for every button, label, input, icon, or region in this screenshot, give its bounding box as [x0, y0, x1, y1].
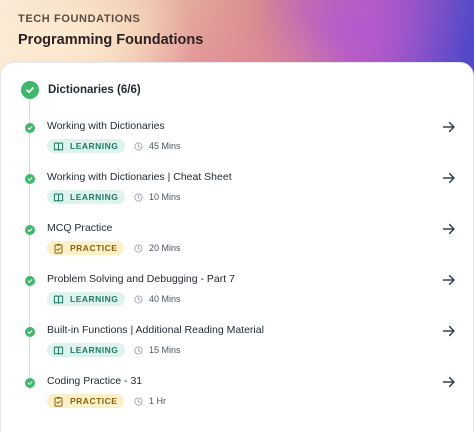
list-item[interactable]: Working with Dictionaries LEARNING 45 Mins	[1, 120, 474, 168]
type-badge: LEARNING	[47, 343, 126, 357]
type-badge: PRACTICE	[47, 394, 125, 408]
type-badge: LEARNING	[47, 292, 126, 306]
list-item[interactable]: Working with Dictionaries | Cheat Sheet L…	[1, 171, 474, 219]
book-icon	[53, 141, 64, 152]
item-title: Working with Dictionaries | Cheat Sheet	[47, 171, 232, 183]
check-icon	[25, 225, 35, 235]
type-badge: LEARNING	[47, 139, 126, 153]
item-title: Built-in Functions | Additional Reading …	[47, 324, 264, 336]
book-icon	[53, 294, 64, 305]
module-card: Dictionaries (6/6) Working with Dictiona…	[0, 62, 474, 432]
book-icon	[53, 345, 64, 356]
item-title: MCQ Practice	[47, 222, 113, 234]
clock-icon	[134, 141, 143, 151]
item-title: Coding Practice - 31	[47, 375, 143, 387]
duration-text: 45 Mins	[149, 141, 181, 151]
type-label: PRACTICE	[70, 243, 118, 253]
list-item[interactable]: Built-in Functions | Additional Reading …	[1, 324, 474, 372]
check-circle-icon	[21, 81, 39, 99]
section-title: Dictionaries (6/6)	[48, 84, 141, 96]
duration-text: 15 Mins	[149, 345, 181, 355]
clock-icon	[134, 294, 143, 304]
arrow-right-icon[interactable]	[441, 119, 457, 135]
type-label: LEARNING	[70, 141, 119, 151]
type-label: LEARNING	[70, 294, 119, 304]
course-page: TECH FOUNDATIONS Programming Foundations…	[0, 0, 474, 432]
item-title: Problem Solving and Debugging - Part 7	[47, 273, 235, 285]
check-icon	[25, 327, 35, 337]
duration-text: 20 Mins	[149, 243, 181, 253]
list-item[interactable]: Problem Solving and Debugging - Part 7 LE…	[1, 273, 474, 321]
clock-icon	[134, 396, 143, 406]
duration: 45 Mins	[134, 139, 181, 153]
item-title: Working with Dictionaries	[47, 120, 165, 132]
duration-text: 1 Hr	[149, 396, 167, 406]
duration-text: 10 Mins	[149, 192, 181, 202]
arrow-right-icon[interactable]	[441, 374, 457, 390]
clipboard-icon	[53, 243, 64, 254]
clock-icon	[134, 243, 143, 253]
type-label: LEARNING	[70, 192, 119, 202]
clipboard-icon	[53, 396, 64, 407]
duration: 20 Mins	[134, 241, 181, 255]
course-title: Programming Foundations	[18, 32, 204, 48]
clock-icon	[134, 345, 143, 355]
clock-icon	[134, 192, 143, 202]
duration: 15 Mins	[134, 343, 181, 357]
duration: 1 Hr	[134, 394, 166, 408]
arrow-right-icon[interactable]	[441, 272, 457, 288]
book-icon	[53, 192, 64, 203]
duration: 40 Mins	[134, 292, 181, 306]
arrow-right-icon[interactable]	[441, 221, 457, 237]
arrow-right-icon[interactable]	[441, 170, 457, 186]
check-icon	[25, 276, 35, 286]
duration-text: 40 Mins	[149, 294, 181, 304]
check-icon	[25, 378, 35, 388]
list-item[interactable]: MCQ Practice PRACTICE 20 Mins	[1, 222, 474, 270]
list-item[interactable]: Coding Practice - 31 PRACTICE 1 Hr	[1, 375, 474, 423]
section-header[interactable]: Dictionaries (6/6)	[21, 80, 141, 100]
type-label: PRACTICE	[70, 396, 118, 406]
type-badge: LEARNING	[47, 190, 126, 204]
arrow-right-icon[interactable]	[441, 323, 457, 339]
course-category: TECH FOUNDATIONS	[18, 13, 141, 25]
type-badge: PRACTICE	[47, 241, 125, 255]
check-icon	[25, 174, 35, 184]
check-icon	[25, 123, 35, 133]
type-label: LEARNING	[70, 345, 119, 355]
duration: 10 Mins	[134, 190, 181, 204]
